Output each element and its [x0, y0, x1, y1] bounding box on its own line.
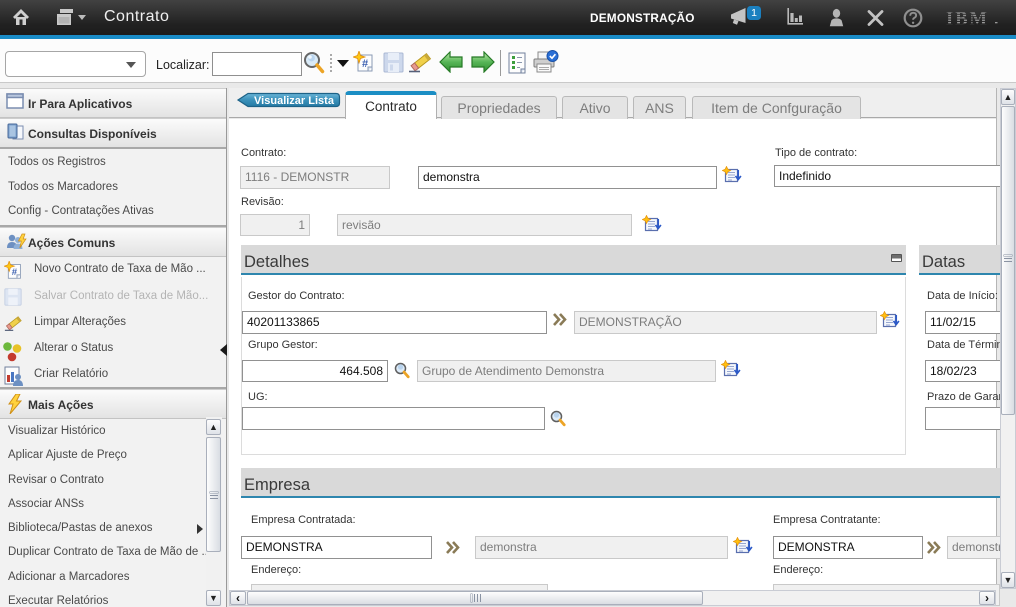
svg-text:Visualizar Lista: Visualizar Lista	[254, 95, 335, 107]
svg-text:IBM: IBM	[946, 10, 989, 28]
svg-text:#: #	[362, 58, 368, 70]
svg-text:#: #	[12, 267, 18, 278]
